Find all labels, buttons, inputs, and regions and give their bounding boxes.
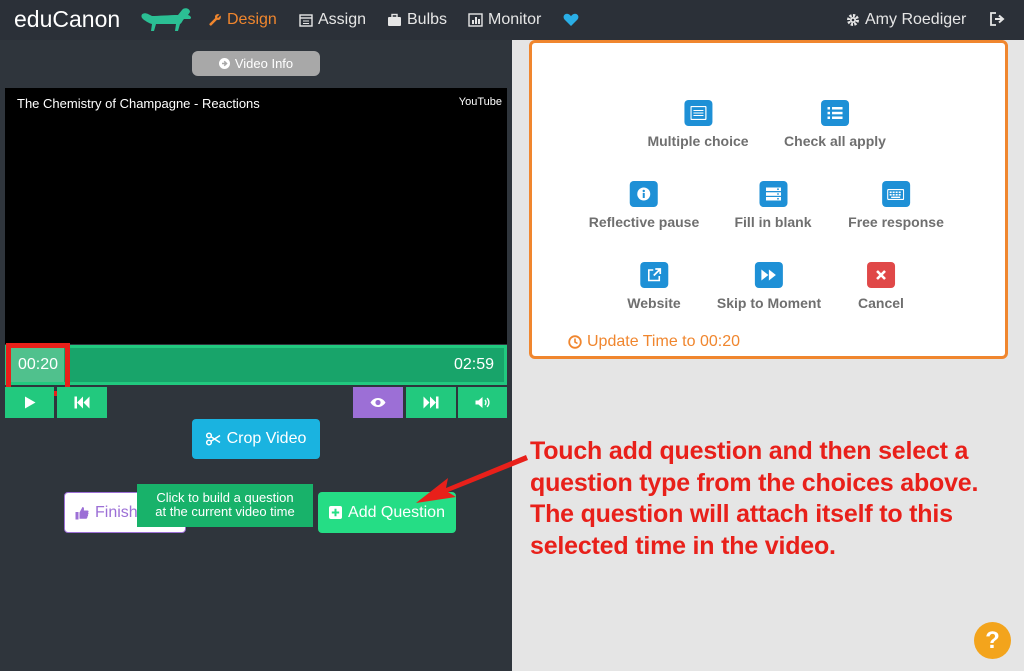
fast-backward-icon bbox=[74, 396, 90, 409]
brand-logo-text[interactable]: eduCanon bbox=[14, 6, 120, 33]
eye-icon bbox=[370, 398, 386, 407]
external-link-icon bbox=[640, 262, 668, 288]
wrench-icon bbox=[209, 14, 221, 26]
nav-monitor-label: Monitor bbox=[488, 11, 542, 28]
nav-assign-label: Assign bbox=[318, 11, 367, 28]
nav-design[interactable]: Design bbox=[208, 11, 277, 29]
question-type-fill-in-blank[interactable]: Fill in blank bbox=[734, 181, 812, 230]
nav-assign[interactable]: Assign bbox=[299, 11, 366, 29]
question-type-label: Free response bbox=[848, 214, 944, 230]
close-icon bbox=[866, 262, 895, 288]
question-type-label: Multiple choice bbox=[647, 133, 749, 149]
fast-forward-icon bbox=[423, 396, 439, 409]
arrow-circle-right-icon bbox=[218, 58, 230, 69]
question-type-label: Check all apply bbox=[784, 133, 886, 149]
thumbs-up-icon bbox=[75, 506, 89, 519]
finish-label: Finish bbox=[95, 503, 138, 521]
fast-forward-icon bbox=[754, 262, 783, 288]
bar-chart-icon bbox=[468, 13, 483, 27]
nav-design-label: Design bbox=[227, 11, 277, 28]
heart-icon[interactable] bbox=[563, 13, 579, 27]
plus-square-icon bbox=[329, 506, 343, 519]
question-type-cancel[interactable]: Cancel bbox=[858, 262, 904, 311]
add-question-tooltip: Click to build a question at the current… bbox=[137, 484, 313, 527]
question-type-skip-to-moment[interactable]: Skip to Moment bbox=[717, 262, 821, 311]
video-player[interactable]: The Chemistry of Champagne - Reactions Y… bbox=[5, 88, 507, 344]
add-question-label: Add Question bbox=[348, 503, 445, 521]
annotation-line-1: Touch add question and then select a bbox=[530, 437, 969, 465]
tutorial-annotation-text: Touch add question and then select a que… bbox=[530, 436, 1024, 562]
question-type-reflective-pause[interactable]: Reflective pause bbox=[588, 181, 700, 230]
question-type-check-all-apply[interactable]: Check all apply bbox=[784, 100, 886, 149]
question-type-label: Reflective pause bbox=[588, 214, 700, 230]
dachshund-logo-icon bbox=[141, 8, 192, 31]
crop-video-label: Crop Video bbox=[226, 430, 307, 447]
youtube-label[interactable]: YouTube bbox=[459, 96, 502, 108]
question-mark-icon: ? bbox=[985, 626, 1000, 654]
video-duration: 02:59 bbox=[453, 356, 494, 373]
nav-monitor[interactable]: Monitor bbox=[468, 11, 541, 29]
skip-forward-button[interactable] bbox=[406, 387, 456, 418]
video-info-label: Video Info bbox=[234, 56, 294, 71]
keyboard-icon bbox=[882, 181, 910, 207]
preview-button[interactable] bbox=[353, 387, 403, 418]
video-info-button[interactable]: Video Info bbox=[192, 51, 320, 76]
list-icon bbox=[684, 100, 712, 126]
rewind-to-start-button[interactable] bbox=[57, 387, 107, 418]
question-type-website[interactable]: Website bbox=[627, 262, 681, 311]
user-name: Amy Roediger bbox=[865, 11, 967, 28]
help-button[interactable]: ? bbox=[974, 622, 1011, 659]
question-type-selector: Multiple choice Check all apply Reflecti… bbox=[529, 40, 1008, 359]
tooltip-line-1: Click to build a question bbox=[156, 490, 294, 505]
gear-icon bbox=[847, 14, 859, 26]
crop-video-button[interactable]: Crop Video bbox=[192, 419, 320, 459]
tooltip-line-2: at the current video time bbox=[155, 504, 295, 519]
question-type-label: Skip to Moment bbox=[716, 295, 822, 311]
annotation-line-4: selected time in the video. bbox=[530, 531, 836, 560]
question-type-multiple-choice[interactable]: Multiple choice bbox=[647, 100, 749, 149]
volume-button[interactable] bbox=[458, 387, 507, 418]
video-editor-panel: Video Info The Chemistry of Champagne - … bbox=[0, 40, 512, 671]
play-button[interactable] bbox=[5, 387, 54, 418]
scissors-icon bbox=[205, 432, 221, 446]
logout-icon[interactable] bbox=[990, 12, 1006, 26]
nav-bulbs-label: Bulbs bbox=[407, 11, 448, 28]
nav-bulbs[interactable]: Bulbs bbox=[387, 11, 447, 29]
annotation-line-2: question type from the choices above. bbox=[530, 468, 979, 497]
calendar-icon bbox=[299, 14, 313, 27]
question-type-label: Cancel bbox=[858, 295, 904, 311]
top-navbar: eduCanon Design Assign Bulbs Monitor Amy… bbox=[0, 0, 1024, 40]
clock-icon bbox=[568, 335, 582, 349]
update-time-label: Update Time to 00:20 bbox=[587, 333, 740, 350]
video-title: The Chemistry of Champagne - Reactions bbox=[17, 96, 260, 111]
add-question-button[interactable]: Add Question bbox=[318, 492, 456, 533]
info-icon bbox=[630, 181, 658, 207]
checklist-icon bbox=[821, 100, 849, 126]
question-type-free-response[interactable]: Free response bbox=[848, 181, 944, 230]
server-icon bbox=[758, 181, 787, 207]
briefcase-icon bbox=[388, 13, 401, 26]
question-type-label: Website bbox=[627, 295, 681, 311]
question-type-label: Fill in blank bbox=[734, 214, 812, 230]
annotation-line-3: The question will attach itself to this bbox=[530, 500, 953, 528]
volume-icon bbox=[475, 397, 490, 408]
update-time-link[interactable]: Update Time to 00:20 bbox=[568, 333, 740, 351]
video-scrubber[interactable]: 00:20 02:59 bbox=[5, 345, 507, 385]
play-icon bbox=[24, 396, 35, 409]
user-menu[interactable]: Amy Roediger bbox=[846, 11, 966, 29]
